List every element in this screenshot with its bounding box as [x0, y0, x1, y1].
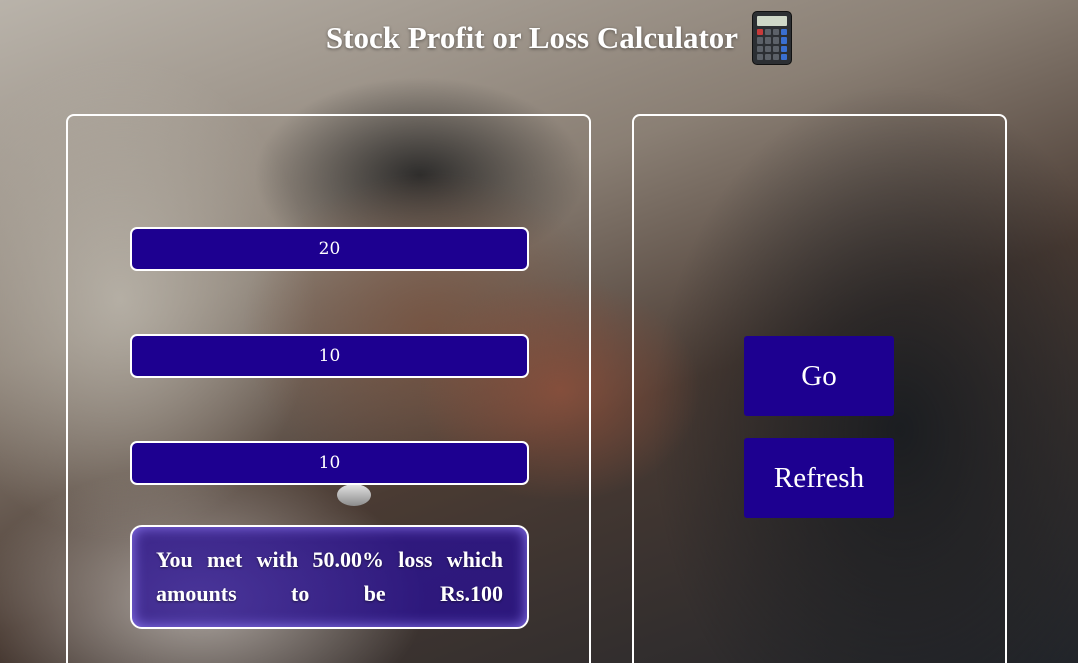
- go-button[interactable]: Go: [744, 336, 894, 416]
- purchase-price-input[interactable]: [130, 227, 529, 271]
- app-header: Stock Profit or Loss Calculator: [0, 6, 1078, 70]
- result-output: You met with 50.00% loss which amounts t…: [130, 525, 529, 629]
- input-panel: You met with 50.00% loss which amounts t…: [66, 114, 591, 663]
- calculator-screen: [757, 16, 788, 26]
- calculator-keypad: [757, 29, 788, 60]
- quantity-input[interactable]: [130, 334, 529, 378]
- calculator-icon: [752, 11, 793, 65]
- action-panel: Go Refresh: [632, 114, 1007, 663]
- refresh-button[interactable]: Refresh: [744, 438, 894, 518]
- current-price-input[interactable]: [130, 441, 529, 485]
- page-title: Stock Profit or Loss Calculator: [325, 20, 739, 55]
